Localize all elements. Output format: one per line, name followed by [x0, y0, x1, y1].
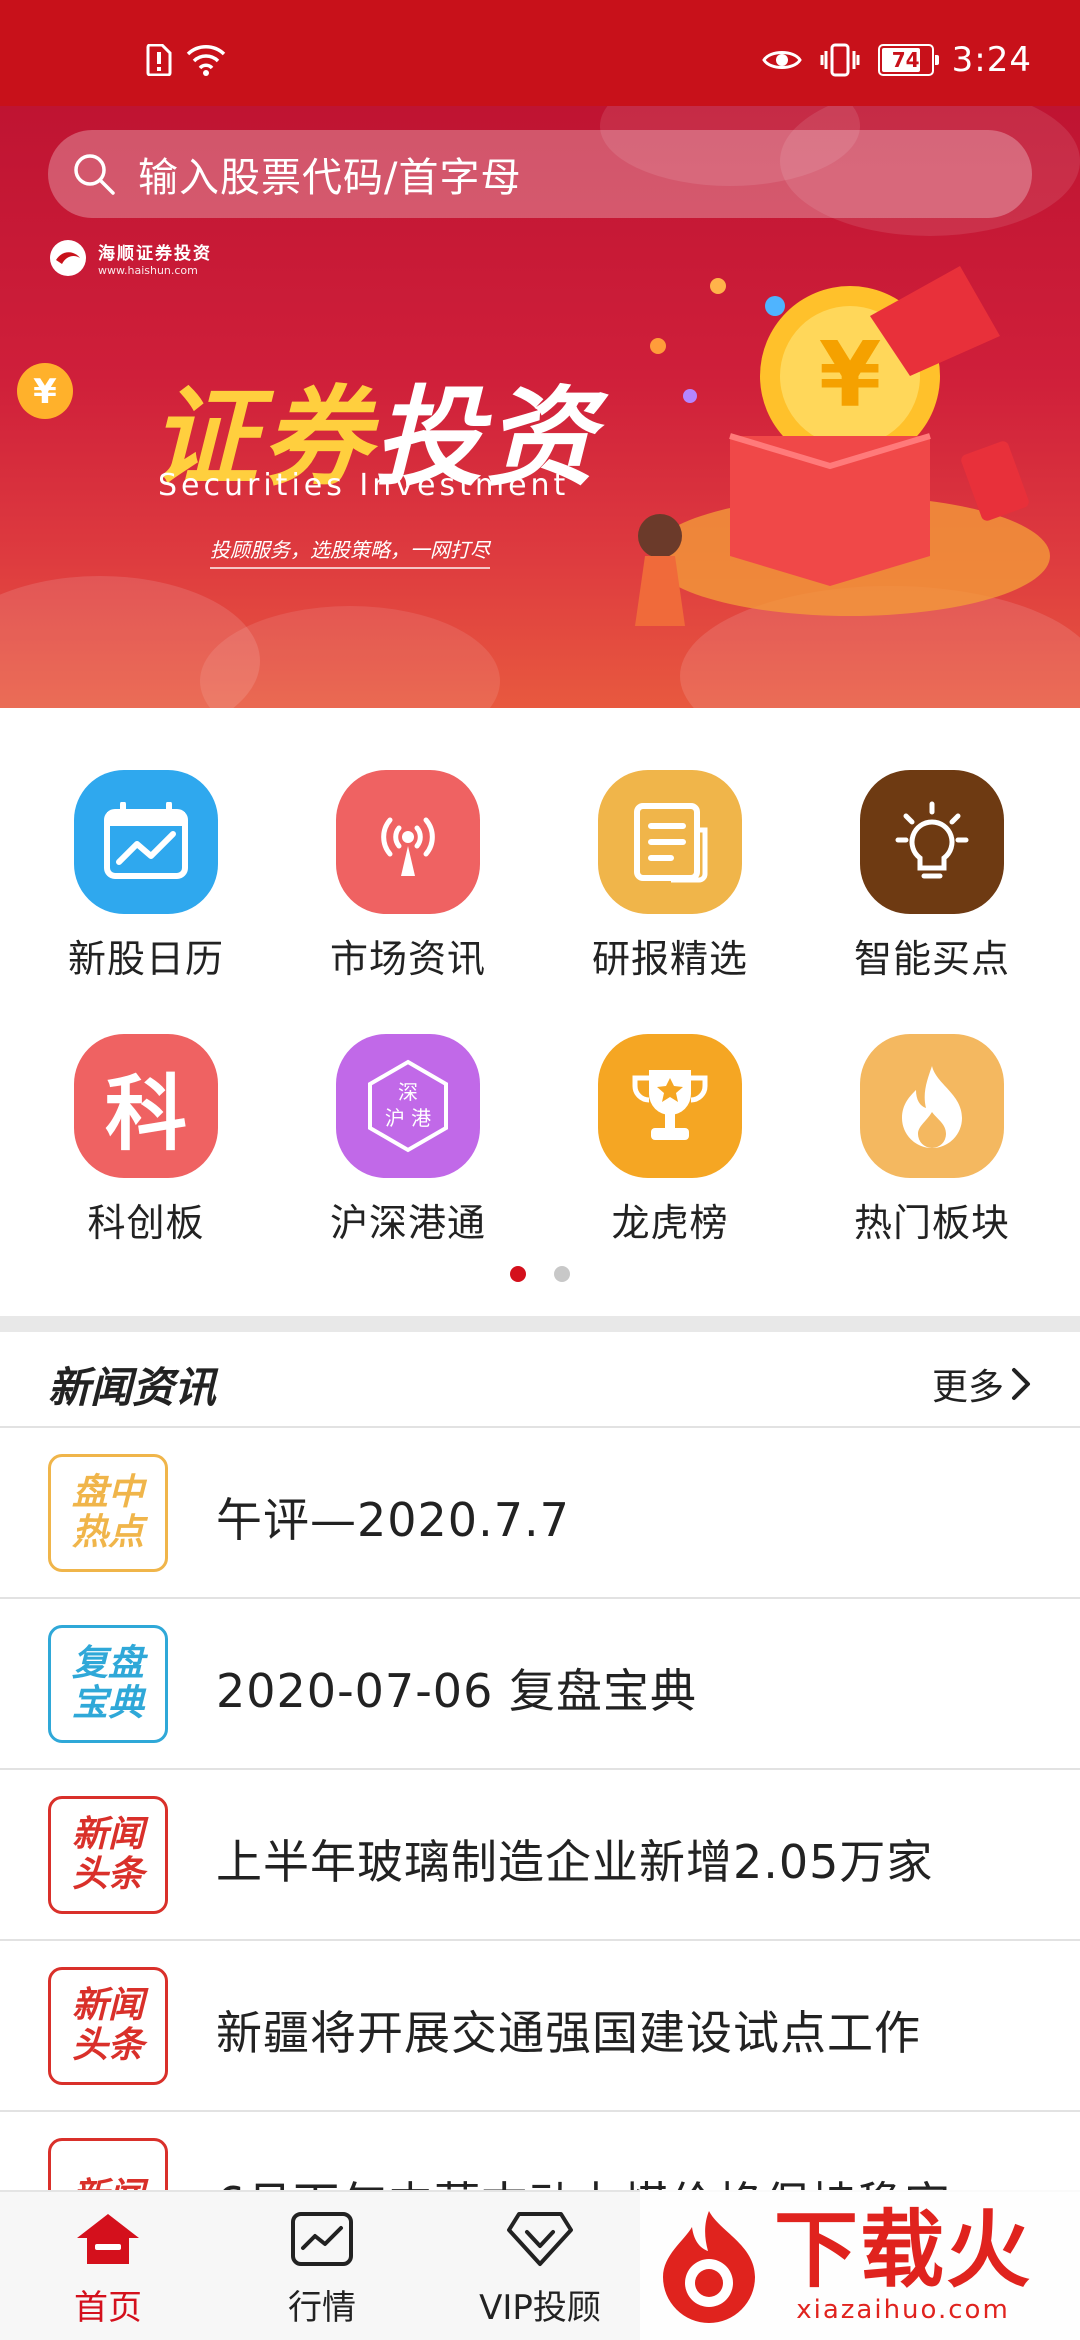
news-headline: 2020-07-06 复盘宝典 — [216, 1664, 697, 1718]
broadcast-tower-icon — [336, 770, 480, 914]
nav-vip-advisor[interactable]: VIP投顾 — [440, 2210, 640, 2329]
page-indicator — [0, 1266, 1080, 1282]
news-section-title: 新闻资讯 — [48, 1363, 217, 1412]
grid-label: 科创板 — [87, 1201, 205, 1245]
grid-label: 沪深港通 — [329, 1201, 486, 1245]
wifi-icon — [186, 45, 226, 76]
coin-icon: ¥ — [17, 363, 73, 419]
watermark-logo-icon — [663, 2211, 755, 2323]
news-item[interactable]: 新闻 头条 上半年玻璃制造企业新增2.05万家 — [0, 1770, 1080, 1941]
grid-item-new-stock-calendar[interactable]: 新股日历 — [26, 770, 266, 983]
lightbulb-icon — [860, 770, 1004, 914]
status-right-icons: 74 3:24 — [761, 40, 1032, 80]
vip-diamond-icon — [507, 2212, 573, 2266]
sim-alert-icon — [146, 44, 172, 76]
grid-label: 研报精选 — [591, 937, 748, 981]
badge-line2: 头条 — [71, 2025, 144, 2066]
brand-url: www.haishun.com — [98, 264, 198, 277]
home-icon — [77, 2214, 139, 2264]
page-dot-active[interactable] — [510, 1266, 526, 1282]
grid-item-hot-sectors[interactable]: 热门板块 — [812, 1034, 1052, 1247]
nav-home[interactable]: 首页 — [8, 2210, 208, 2329]
chevron-right-icon — [1012, 1368, 1030, 1400]
badge-line2: 热点 — [71, 1512, 144, 1553]
badge-line1: 盘中 — [71, 1472, 144, 1513]
grid-label: 热门板块 — [853, 1201, 1010, 1245]
banner-slogan: 投顾服务，选股策略，一网打尽 — [210, 534, 490, 569]
grid-label: 新股日历 — [67, 937, 224, 981]
search-icon — [74, 154, 115, 195]
ke-glyph: 科 — [104, 1066, 187, 1162]
news-more-label: 更多 — [931, 1367, 1004, 1408]
svg-text:¥: ¥ — [819, 323, 882, 428]
connect-glyph-top: 深 — [398, 1080, 418, 1104]
ke-character-icon: 科 — [74, 1034, 218, 1178]
banner-subtitle: Securities Investment — [158, 468, 570, 503]
status-time: 3:24 — [951, 40, 1032, 80]
search-placeholder: 输入股票代码/首字母 — [138, 155, 522, 201]
eye-icon — [761, 51, 802, 69]
brand-logo: 海顺证券投资 www.haishun.com — [48, 238, 212, 278]
news-headline: 上半年玻璃制造企业新增2.05万家 — [216, 1835, 934, 1889]
badge-line1: 新闻 — [71, 1985, 144, 2026]
grid-label: 龙虎榜 — [611, 1201, 729, 1245]
brand-logo-icon — [50, 240, 86, 276]
nav-market[interactable]: 行情 — [222, 2210, 422, 2329]
promo-banner[interactable]: 输入股票代码/首字母 海顺证券投资 www.haishun.com 证券投资 S… — [0, 106, 1080, 708]
news-headline: 新疆将开展交通强国建设试点工作 — [216, 2006, 921, 2060]
gift-box-illustration: ¥ — [635, 266, 1050, 626]
vibrate-icon — [820, 43, 860, 77]
news-badge-review: 复盘 宝典 — [48, 1625, 168, 1743]
feature-grid: 新股日历 市场资讯 研报精选 智能买点 科 科创板 深 沪 港 沪深港通 龙虎榜… — [0, 708, 1080, 1318]
section-divider — [0, 1316, 1080, 1332]
news-item[interactable]: 复盘 宝典 2020-07-06 复盘宝典 — [0, 1599, 1080, 1770]
news-more-link[interactable]: 更多 — [932, 1358, 1032, 1410]
watermark-overlay: 下载火 xiazaihuo.com — [640, 2190, 1080, 2340]
page-dot[interactable] — [554, 1266, 570, 1282]
flame-icon — [860, 1034, 1004, 1178]
connect-glyph-bottom: 沪 港 — [384, 1106, 432, 1130]
grid-item-research-reports[interactable]: 研报精选 — [550, 770, 790, 983]
news-item[interactable]: 盘中 热点 午评—2020.7.7 — [0, 1428, 1080, 1599]
grid-item-stock-connect[interactable]: 深 沪 港 沪深港通 — [288, 1034, 528, 1247]
grid-item-market-news[interactable]: 市场资讯 — [288, 770, 528, 983]
badge-line2: 宝典 — [71, 1683, 144, 1724]
news-section-header: 新闻资讯 更多 — [0, 1332, 1080, 1428]
status-bar: 74 3:24 — [0, 0, 1080, 106]
calendar-chart-icon — [74, 770, 218, 914]
news-badge-headline: 新闻 头条 — [48, 1967, 168, 2085]
news-badge-intraday-hotspot: 盘中 热点 — [48, 1454, 168, 1572]
grid-item-star-market[interactable]: 科 科创板 — [26, 1034, 266, 1247]
grid-item-dragon-tiger-list[interactable]: 龙虎榜 — [550, 1034, 790, 1247]
document-icon — [598, 770, 742, 914]
news-item[interactable]: 新闻 头条 新疆将开展交通强国建设试点工作 — [0, 1941, 1080, 2112]
battery-level: 74 — [891, 48, 920, 72]
nav-label: 首页 — [74, 2288, 142, 2328]
grid-label: 市场资讯 — [329, 937, 486, 981]
battery-indicator: 74 — [877, 44, 939, 76]
news-headline: 午评—2020.7.7 — [216, 1493, 570, 1547]
brand-name-cn: 海顺证券投资 — [98, 244, 212, 264]
svg-text:¥: ¥ — [33, 372, 57, 412]
nav-label: 行情 — [288, 2288, 356, 2328]
watermark-text-cn: 下载火 — [774, 2201, 1033, 2299]
trophy-icon — [598, 1034, 742, 1178]
watermark-text-en: xiazaihuo.com — [796, 2295, 1010, 2325]
badge-line2: 头条 — [71, 1854, 144, 1895]
badge-line1: 复盘 — [71, 1643, 144, 1684]
grid-label: 智能买点 — [853, 937, 1010, 981]
stock-search-bar[interactable]: 输入股票代码/首字母 — [48, 130, 1032, 218]
grid-item-smart-buy-points[interactable]: 智能买点 — [812, 770, 1052, 983]
status-left-icons — [146, 44, 226, 76]
badge-line1: 新闻 — [71, 1814, 144, 1855]
news-badge-headline: 新闻 头条 — [48, 1796, 168, 1914]
market-chart-icon — [291, 2212, 353, 2266]
hexagon-connect-icon: 深 沪 港 — [336, 1034, 480, 1178]
nav-label: VIP投顾 — [479, 2288, 601, 2328]
